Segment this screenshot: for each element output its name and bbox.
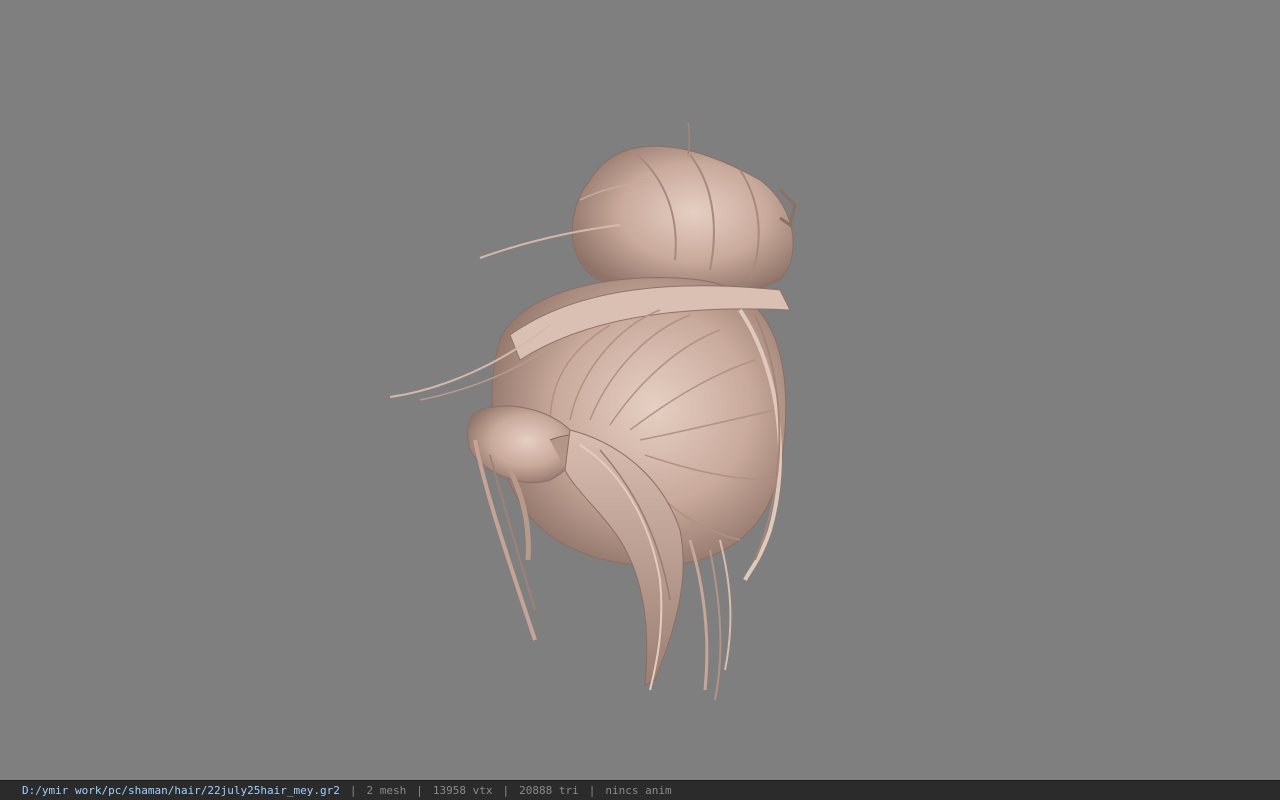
3d-viewport[interactable]: [0, 0, 1280, 780]
file-path: D:/ymir work/pc/shaman/hair/22july25hair…: [22, 784, 340, 797]
hair-model: [389, 121, 797, 701]
mesh-count: 2 mesh: [366, 784, 407, 797]
status-separator: |: [416, 784, 423, 797]
status-bar: D:/ymir work/pc/shaman/hair/22july25hair…: [0, 780, 1280, 800]
status-separator: |: [502, 784, 510, 797]
status-separator: |: [349, 784, 357, 797]
triangle-count: 20888 tri: [519, 784, 579, 797]
anim-status: nincs anim: [605, 784, 672, 797]
vertex-count: 13958 vtx: [432, 784, 493, 797]
status-separator: |: [588, 784, 596, 797]
